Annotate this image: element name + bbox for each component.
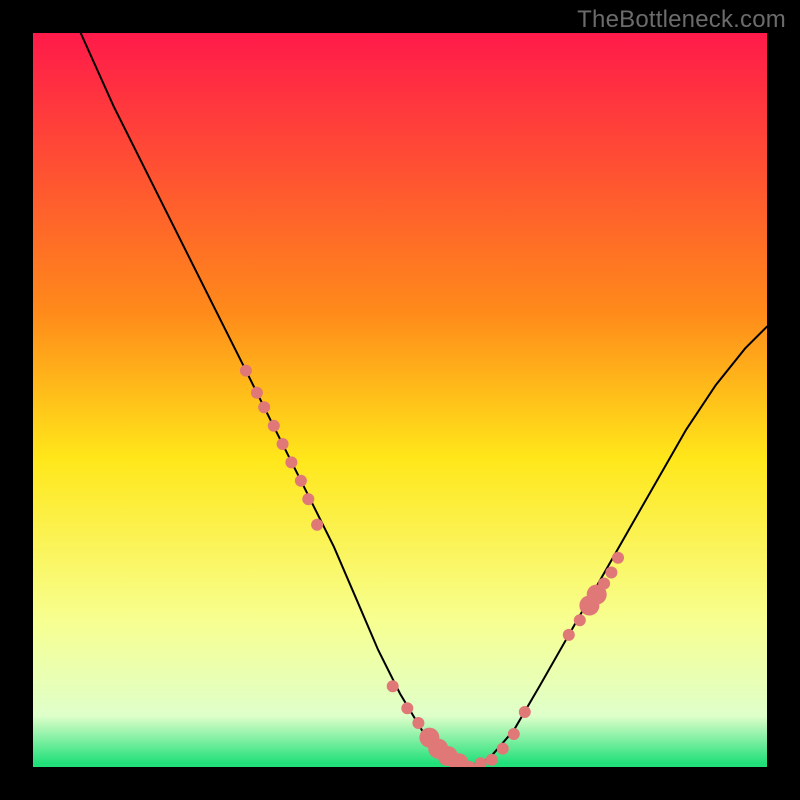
data-dot	[240, 365, 252, 377]
data-dot	[258, 401, 270, 413]
data-dot	[277, 438, 289, 450]
data-dot	[412, 717, 424, 729]
data-dot	[311, 519, 323, 531]
data-dot	[598, 578, 610, 590]
data-dot	[497, 743, 509, 755]
gradient-plot-area	[33, 33, 767, 767]
data-dot	[612, 552, 624, 564]
data-dot	[285, 456, 297, 468]
data-dot	[295, 475, 307, 487]
data-dot	[268, 420, 280, 432]
data-dot	[401, 702, 413, 714]
data-dot	[302, 493, 314, 505]
data-dot	[486, 754, 498, 766]
data-dot	[574, 614, 586, 626]
data-dot	[605, 567, 617, 579]
data-dot	[508, 728, 520, 740]
bottleneck-chart	[0, 0, 800, 800]
watermark-label: TheBottleneck.com	[577, 6, 786, 34]
data-dot	[563, 629, 575, 641]
data-dot	[387, 680, 399, 692]
data-dot	[519, 706, 531, 718]
chart-container: TheBottleneck.com	[0, 0, 800, 800]
data-dot	[251, 387, 263, 399]
